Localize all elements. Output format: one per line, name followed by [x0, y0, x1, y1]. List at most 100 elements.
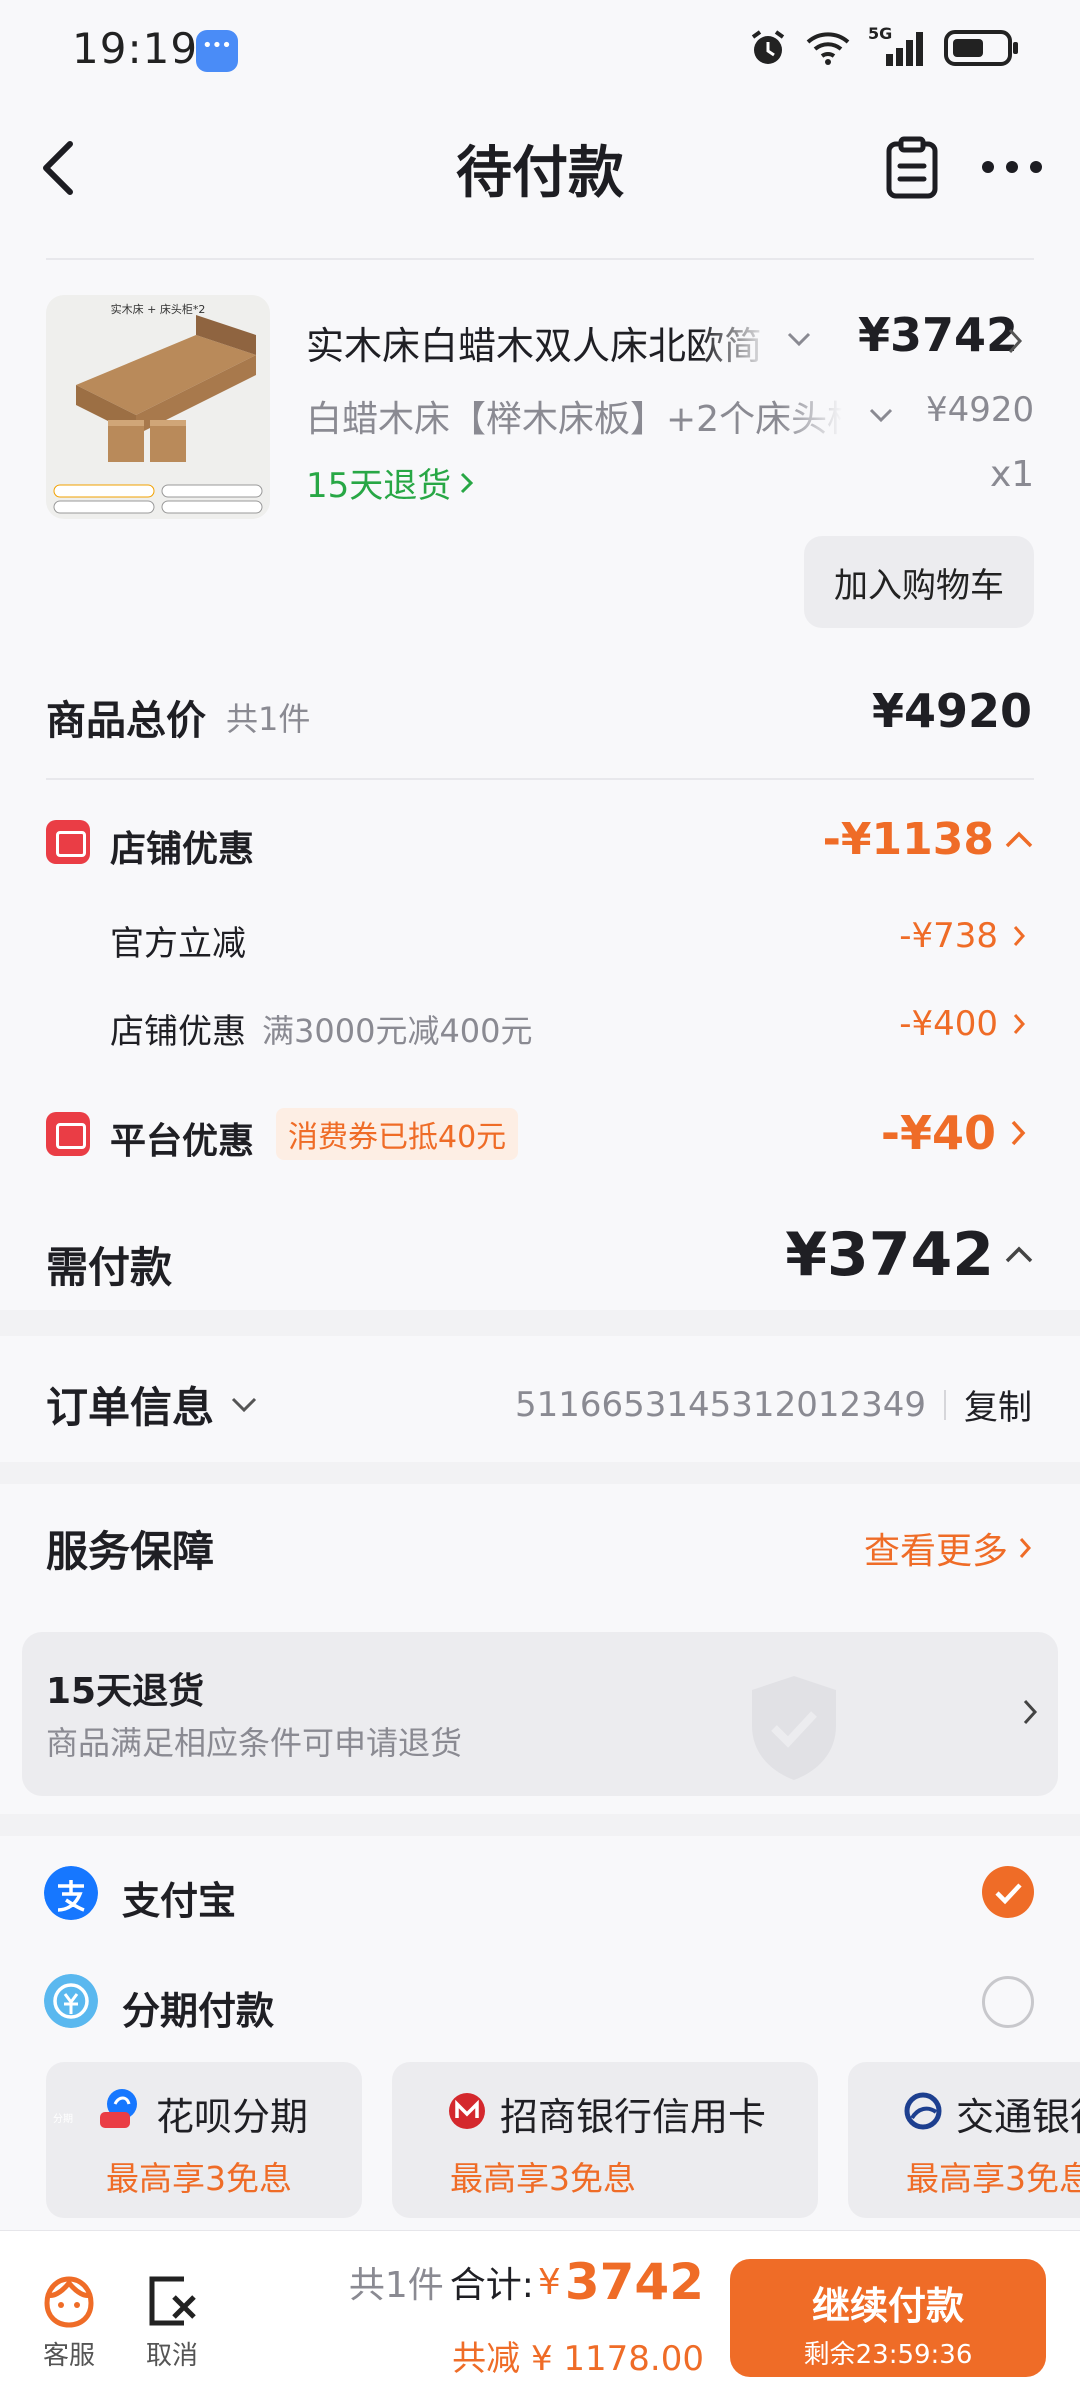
customer-service-label: 客服	[42, 2341, 95, 2371]
chevron-down-icon[interactable]	[786, 330, 812, 348]
installment-option[interactable]: 分期付款	[0, 1946, 1080, 2056]
chevron-right-icon	[1023, 1699, 1038, 1725]
product-quantity: x1	[990, 454, 1035, 495]
product-original-price: ¥4920	[926, 390, 1035, 430]
chevron-right-icon	[1013, 926, 1026, 946]
bocom-bank-icon	[904, 2092, 942, 2130]
store-discount-toggle[interactable]: -¥1138	[823, 814, 1034, 865]
more-icon[interactable]	[980, 152, 1044, 182]
cancel-icon	[149, 2276, 196, 2326]
cancel-label: 取消	[145, 2341, 198, 2371]
bed-illustration	[53, 315, 263, 514]
amount-due-label: 需付款	[46, 1243, 173, 1292]
platform-discount-link[interactable]: -¥40	[881, 1106, 1026, 1160]
service-more-link[interactable]: 查看更多	[864, 1522, 1032, 1574]
return-service-desc: 商品满足相应条件可申请退货	[46, 1724, 463, 1762]
payment-section: 支付宝 分期付款 分期 花呗分期 最高享3免息 招商银行信用卡 最高享3免息 交…	[0, 1836, 1080, 2230]
alipay-option[interactable]: 支付宝	[0, 1836, 1080, 1946]
return-policy-link[interactable]: 15天退货	[306, 458, 475, 507]
installment-radio[interactable]	[982, 1976, 1034, 2028]
bottom-count: 共1件	[348, 2265, 444, 2306]
return-policy-label: 15天退货	[306, 466, 452, 506]
alipay-icon	[44, 1866, 98, 1920]
total-count: 共1件	[226, 700, 311, 738]
message-app-icon	[196, 30, 238, 72]
product-spec[interactable]: 白蜡木床【榉木床板】+2个床头柜	[306, 390, 846, 442]
store-sub-value: -¥400	[899, 1004, 998, 1044]
check-icon	[995, 1883, 1022, 1905]
return-service-title: 15天退货	[46, 1671, 205, 1712]
alarm-icon	[751, 30, 785, 64]
shield-icon	[752, 1676, 836, 1780]
chevron-right-icon	[1011, 1120, 1026, 1146]
bottom-currency: ¥	[537, 2261, 561, 2303]
total-value: ¥4920	[871, 684, 1032, 738]
installment-card-huabei[interactable]: 分期 花呗分期 最高享3免息	[46, 2062, 362, 2218]
installment-name: 招商银行信用卡	[500, 2095, 767, 2139]
return-service-card[interactable]: 15天退货 商品满足相应条件可申请退货	[22, 1632, 1058, 1796]
product-price: ¥3742	[858, 308, 1019, 362]
installment-desc: 最高享3免息	[450, 2159, 636, 2198]
chevron-down-icon[interactable]	[868, 406, 894, 424]
customer-service-button[interactable]: 客服	[38, 2273, 100, 2372]
store-sub-row: 店铺优惠 满3000元减400元	[110, 1004, 533, 1053]
battery-icon	[944, 30, 1018, 66]
bottom-saved: 共减 ¥ 1178.00	[452, 2339, 704, 2379]
divider	[46, 778, 1034, 780]
copy-order-button[interactable]: 复制	[964, 1380, 1032, 1429]
store-discount-icon	[46, 820, 90, 864]
continue-pay-label: 继续付款	[811, 2284, 964, 2328]
service-title: 服务保障	[46, 1527, 215, 1576]
amount-due-toggle[interactable]: ¥3742	[785, 1220, 1034, 1290]
clipboard-icon[interactable]	[884, 136, 940, 200]
store-discount-value: -¥1138	[822, 814, 994, 865]
installment-card-cmb[interactable]: 招商银行信用卡 最高享3免息	[392, 2062, 818, 2218]
installment-name: 花呗分期	[156, 2095, 309, 2139]
cmb-bank-icon	[449, 2093, 485, 2129]
service-more-label: 查看更多	[863, 1531, 1008, 1572]
order-number: 5116653145312012349	[514, 1384, 926, 1425]
platform-discount-value: -¥40	[880, 1106, 996, 1160]
bottom-total: 共1件 合计: ¥ 3742	[349, 2253, 704, 2311]
chevron-down-icon	[231, 1397, 257, 1412]
huabei-icon	[100, 2089, 137, 2128]
official-discount-row[interactable]: -¥738	[899, 916, 1026, 956]
alipay-label: 支付宝	[122, 1879, 237, 1923]
huabei-badge: 分期	[53, 2114, 73, 2125]
installment-desc: 最高享3免息	[906, 2159, 1080, 2198]
product-image[interactable]: 实木床 + 床头柜*2	[46, 295, 270, 519]
official-discount-label: 官方立减	[110, 924, 246, 964]
platform-discount-icon	[46, 1112, 90, 1156]
platform-discount-label: 平台优惠	[110, 1121, 255, 1162]
bottom-total-value: 3742	[564, 2253, 704, 2311]
order-card: 实木床 + 床头柜*2 实木床白蜡木双人床北欧简约现代 ¥3742 白蜡木床【榉…	[0, 240, 1080, 1310]
continue-pay-button[interactable]: 继续付款 剩余23:59:36	[730, 2259, 1046, 2377]
alipay-radio-checked[interactable]	[982, 1866, 1034, 1918]
chevron-right-icon[interactable]	[1006, 326, 1024, 356]
pay-countdown: 剩余23:59:36	[803, 2340, 973, 2370]
store-sub-desc: 满3000元减400元	[262, 1011, 533, 1050]
nav-bar: 待付款	[0, 100, 1080, 260]
product-name[interactable]: 实木床白蜡木双人床北欧简约现代	[306, 315, 762, 370]
store-sub-link[interactable]: -¥400	[899, 1004, 1026, 1044]
order-info-label: 订单信息	[46, 1383, 215, 1432]
bottom-bar: 客服 取消 共1件 合计: ¥ 3742 共减 ¥ 1178.00 继续付款 剩…	[0, 2230, 1080, 2400]
official-discount-value: -¥738	[899, 916, 998, 956]
installment-card-bocom[interactable]: 交通银行信用卡 最高享3免息	[848, 2062, 1080, 2218]
order-info-toggle[interactable]: 订单信息	[46, 1374, 258, 1435]
installment-desc: 最高享3免息	[106, 2159, 292, 2198]
chevron-right-icon	[1013, 1014, 1026, 1034]
order-info-section: 订单信息 5116653145312012349 复制	[0, 1336, 1080, 1462]
installment-name: 交通银行信用卡	[956, 2095, 1080, 2139]
chevron-up-icon	[1005, 1246, 1033, 1263]
chevron-right-icon	[461, 472, 474, 493]
customer-service-icon	[44, 2276, 94, 2328]
bottom-total-label: 合计:	[449, 2265, 534, 2306]
chevron-up-icon	[1005, 831, 1033, 847]
amount-due-value: ¥3742	[785, 1220, 994, 1290]
add-to-cart-button[interactable]: 加入购物车	[804, 536, 1034, 628]
cancel-order-button[interactable]: 取消	[140, 2273, 204, 2372]
status-icons: 5G	[748, 24, 1020, 68]
status-time: 19:19	[72, 24, 199, 73]
order-number-row: 5116653145312012349 复制	[515, 1380, 1032, 1429]
